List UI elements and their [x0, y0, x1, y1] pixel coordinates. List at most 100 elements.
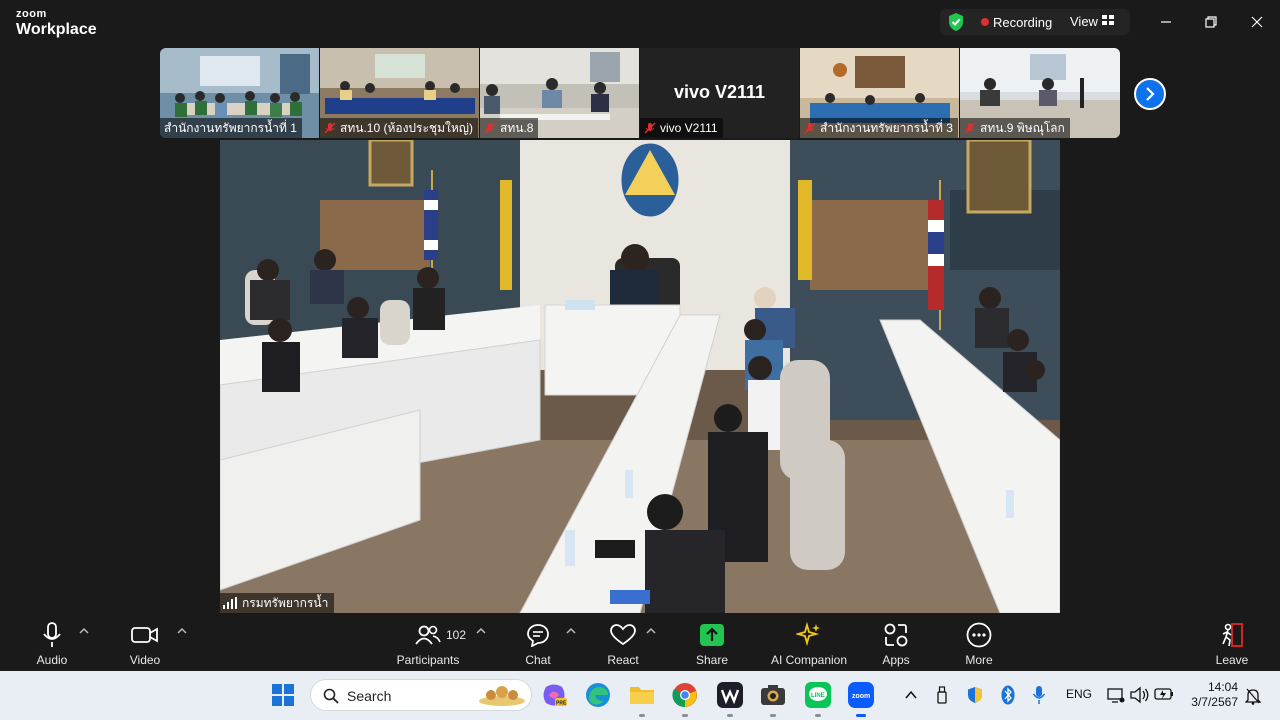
running-indicator [682, 714, 688, 717]
system-clock[interactable]: 14:04 3/7/2567 [1182, 680, 1238, 710]
file-explorer-icon[interactable] [629, 682, 655, 708]
ai-companion-label: AI Companion [770, 653, 848, 667]
participants-label: Participants [396, 653, 460, 667]
active-speaker-video[interactable]: กรมทรัพยากรน้ำ [220, 140, 1060, 613]
view-button[interactable]: View [1070, 14, 1098, 29]
participant-tile[interactable]: สทน.10 (ห้องประชุมใหญ่) [320, 48, 479, 138]
audio-options-chevron-icon[interactable] [79, 627, 89, 635]
participant-name: สำนักงานทรัพยากรน้ำที่ 1 [164, 120, 297, 135]
participant-tile[interactable]: สำนักงานทรัพยากรน้ำที่ 1 [160, 48, 319, 138]
apps-label: Apps [882, 653, 910, 667]
running-indicator [727, 714, 733, 717]
leave-label: Leave [1215, 653, 1249, 667]
microphone-muted-icon [644, 122, 656, 134]
leave-exit-icon [1222, 623, 1243, 647]
heart-icon [610, 624, 636, 646]
microphone-icon [43, 622, 61, 647]
copilot-icon[interactable]: PRE [541, 682, 567, 708]
participant-name: สทน.8 [500, 120, 534, 135]
chat-bubble-icon [527, 624, 549, 647]
more-label: More [965, 653, 993, 667]
active-app-indicator [856, 714, 866, 717]
svg-text:LINE: LINE [811, 693, 825, 699]
running-indicator [815, 714, 821, 717]
edge-browser-icon[interactable] [585, 682, 611, 708]
participant-name: สำนักงานทรัพยากรน้ำที่ 3 [820, 120, 953, 135]
chevron-right-icon [1146, 87, 1155, 101]
react-options-chevron-icon[interactable] [646, 627, 656, 635]
windows-security-icon[interactable] [966, 686, 984, 704]
zoom-app-icon[interactable]: zoom [848, 682, 874, 708]
sparkle-icon [796, 622, 820, 647]
close-button[interactable] [1245, 10, 1269, 34]
show-hidden-icons-chevron-icon[interactable] [905, 690, 917, 700]
chrome-icon[interactable] [672, 682, 698, 708]
battery-icon[interactable] [1154, 687, 1174, 701]
webex-icon[interactable] [717, 682, 743, 708]
gallery-grid-icon[interactable] [1102, 15, 1114, 25]
brand-product: Workplace [16, 21, 97, 38]
ai-companion-button[interactable]: AI Companion [771, 613, 847, 671]
microphone-muted-icon [804, 122, 816, 134]
microphone-muted-icon [964, 122, 976, 134]
participants-options-chevron-icon[interactable] [476, 627, 486, 635]
security-shield-icon[interactable] [947, 12, 965, 32]
camera-app-icon[interactable] [760, 682, 786, 708]
line-app-icon[interactable]: LINE [805, 682, 831, 708]
clock-time: 14:04 [1207, 680, 1238, 694]
meeting-toolbar: Audio Video Participants 102 Chat React … [0, 613, 1280, 671]
participant-tile[interactable]: vivo V2111 vivo V2111 [640, 48, 799, 138]
participant-tile[interactable]: สทน.8 [480, 48, 639, 138]
search-icon [323, 688, 339, 704]
signal-strength-icon [223, 597, 237, 609]
react-label: React [607, 653, 639, 667]
participants-count: 102 [446, 628, 467, 642]
apps-button[interactable]: Apps [874, 613, 918, 671]
microphone-muted-icon [484, 122, 496, 134]
leave-button[interactable]: Leave [1210, 613, 1254, 671]
participants-icon [415, 625, 441, 645]
participants-button[interactable]: Participants [397, 613, 459, 671]
usb-device-icon[interactable] [936, 686, 948, 704]
audio-button[interactable]: Audio [30, 613, 74, 671]
participant-tile[interactable]: สทน.9 พิษณุโลก [960, 48, 1120, 138]
notification-bell-icon[interactable] [1245, 687, 1261, 705]
participant-name-bar: สทน.10 (ห้องประชุมใหญ่) [320, 118, 478, 138]
taskbar-search-box[interactable]: Search [310, 679, 532, 711]
microphone-in-use-icon[interactable] [1032, 685, 1046, 705]
zoom-logo: zoom Workplace [16, 9, 97, 38]
minimize-button[interactable] [1154, 10, 1178, 34]
clock-date: 3/7/2567 [1191, 695, 1238, 709]
participant-name-bar: สทน.9 พิษณุโลก [960, 118, 1070, 138]
input-language-indicator[interactable]: ENG [1066, 687, 1092, 701]
participant-name-bar: สำนักงานทรัพยากรน้ำที่ 3 [800, 118, 958, 138]
chat-options-chevron-icon[interactable] [566, 627, 576, 635]
volume-icon[interactable] [1130, 686, 1150, 704]
react-button[interactable]: React [601, 613, 645, 671]
network-icon[interactable] [1107, 686, 1125, 704]
speaker-name: กรมทรัพยากรน้ำ [242, 595, 329, 610]
chat-label: Chat [525, 653, 551, 667]
windows-start-icon[interactable] [272, 684, 294, 706]
participant-tile[interactable]: สำนักงานทรัพยากรน้ำที่ 3 [800, 48, 959, 138]
running-indicator [639, 714, 645, 717]
participant-name: สทน.9 พิษณุโลก [980, 120, 1065, 135]
restore-button[interactable] [1199, 10, 1223, 34]
video-label: Video [129, 653, 161, 667]
chat-button[interactable]: Chat [516, 613, 560, 671]
svg-text:zoom: zoom [852, 693, 870, 700]
share-button[interactable]: Share [690, 613, 734, 671]
audio-label: Audio [36, 653, 68, 667]
participant-name: สทน.10 (ห้องประชุมใหญ่) [340, 120, 473, 135]
speaker-name-bar: กรมทรัพยากรน้ำ [220, 593, 335, 613]
recording-label[interactable]: Recording [993, 15, 1052, 30]
video-options-chevron-icon[interactable] [177, 627, 187, 635]
participant-name: vivo V2111 [660, 121, 718, 135]
brand-name: zoom [16, 8, 47, 20]
more-button[interactable]: More [957, 613, 1001, 671]
share-label: Share [695, 653, 729, 667]
video-button[interactable]: Video [123, 613, 167, 671]
svg-text:PRE: PRE [556, 701, 567, 707]
next-page-button[interactable] [1134, 78, 1166, 110]
bluetooth-icon[interactable] [1001, 685, 1015, 705]
